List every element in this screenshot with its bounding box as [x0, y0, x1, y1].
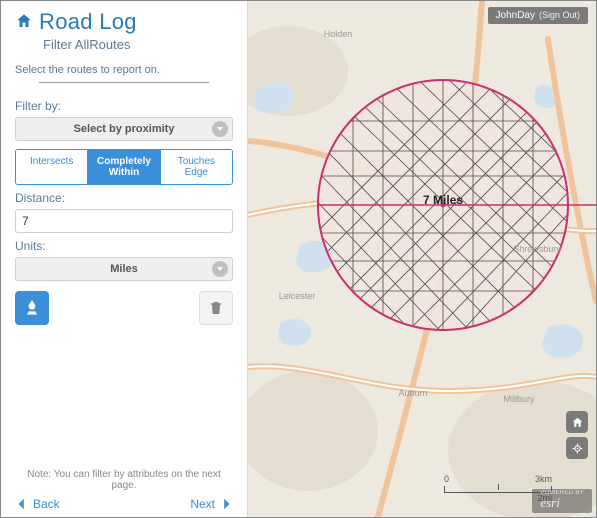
town-label: Holden: [324, 29, 353, 39]
clear-button[interactable]: [199, 291, 233, 325]
town-label: Millbury: [503, 394, 534, 404]
filter-by-label: Filter by:: [15, 99, 233, 113]
map-home-button[interactable]: [566, 411, 588, 433]
seg-completely-within[interactable]: Completely Within: [87, 150, 159, 184]
chevron-down-icon: [212, 121, 228, 137]
footer-note: Note: You can filter by attributes on th…: [15, 469, 233, 491]
filter-type-select[interactable]: Select by proximity: [15, 117, 233, 141]
powered-by-label: POWERED BY: [540, 490, 584, 496]
seg-touches-edge[interactable]: Touches Edge: [160, 150, 232, 184]
filter-panel: Road Log Filter AllRoutes Select the rou…: [1, 1, 248, 517]
page-subtitle: Filter AllRoutes: [43, 37, 233, 52]
seg-intersects[interactable]: Intersects: [16, 150, 87, 184]
home-icon[interactable]: [15, 12, 33, 33]
units-value: Miles: [110, 263, 138, 275]
spacer: [15, 325, 233, 469]
user-name: JohnDay: [496, 10, 535, 21]
distance-input[interactable]: [15, 209, 233, 233]
map-overlay: JohnDay (Sign Out) 7 Miles Holden Shrews…: [248, 1, 596, 517]
next-button[interactable]: Next: [190, 497, 233, 511]
scale-km: 3km: [535, 474, 552, 484]
town-label: Shrewsbury: [513, 244, 561, 254]
units-label: Units:: [15, 239, 233, 253]
town-label: Auburn: [398, 388, 427, 398]
town-label: Leicester: [279, 291, 316, 301]
chevron-down-icon: [212, 261, 228, 277]
divider: [39, 82, 209, 83]
distance-label: Distance:: [15, 191, 233, 205]
spatial-relationship-segmented: Intersects Completely Within Touches Edg…: [15, 149, 233, 185]
user-chip[interactable]: JohnDay (Sign Out): [488, 7, 588, 24]
filter-type-value: Select by proximity: [74, 123, 175, 135]
app-title: Road Log: [39, 9, 137, 35]
draw-shape-button[interactable]: [15, 291, 49, 325]
esri-attribution[interactable]: POWERED BY esri: [532, 489, 592, 513]
back-label: Back: [33, 497, 60, 511]
scale-zero: 0: [444, 474, 449, 484]
units-select[interactable]: Miles: [15, 257, 233, 281]
map-locate-button[interactable]: [566, 437, 588, 459]
radius-label: 7 Miles: [423, 193, 463, 207]
map-area[interactable]: JohnDay (Sign Out) 7 Miles Holden Shrews…: [248, 1, 596, 517]
instruction-text: Select the routes to report on.: [15, 64, 233, 76]
next-label: Next: [190, 497, 215, 511]
sign-out-link[interactable]: (Sign Out): [539, 10, 580, 20]
back-button[interactable]: Back: [15, 497, 60, 511]
chevron-right-icon: [219, 497, 233, 511]
chevron-left-icon: [15, 497, 29, 511]
esri-brand: esri: [540, 495, 560, 510]
